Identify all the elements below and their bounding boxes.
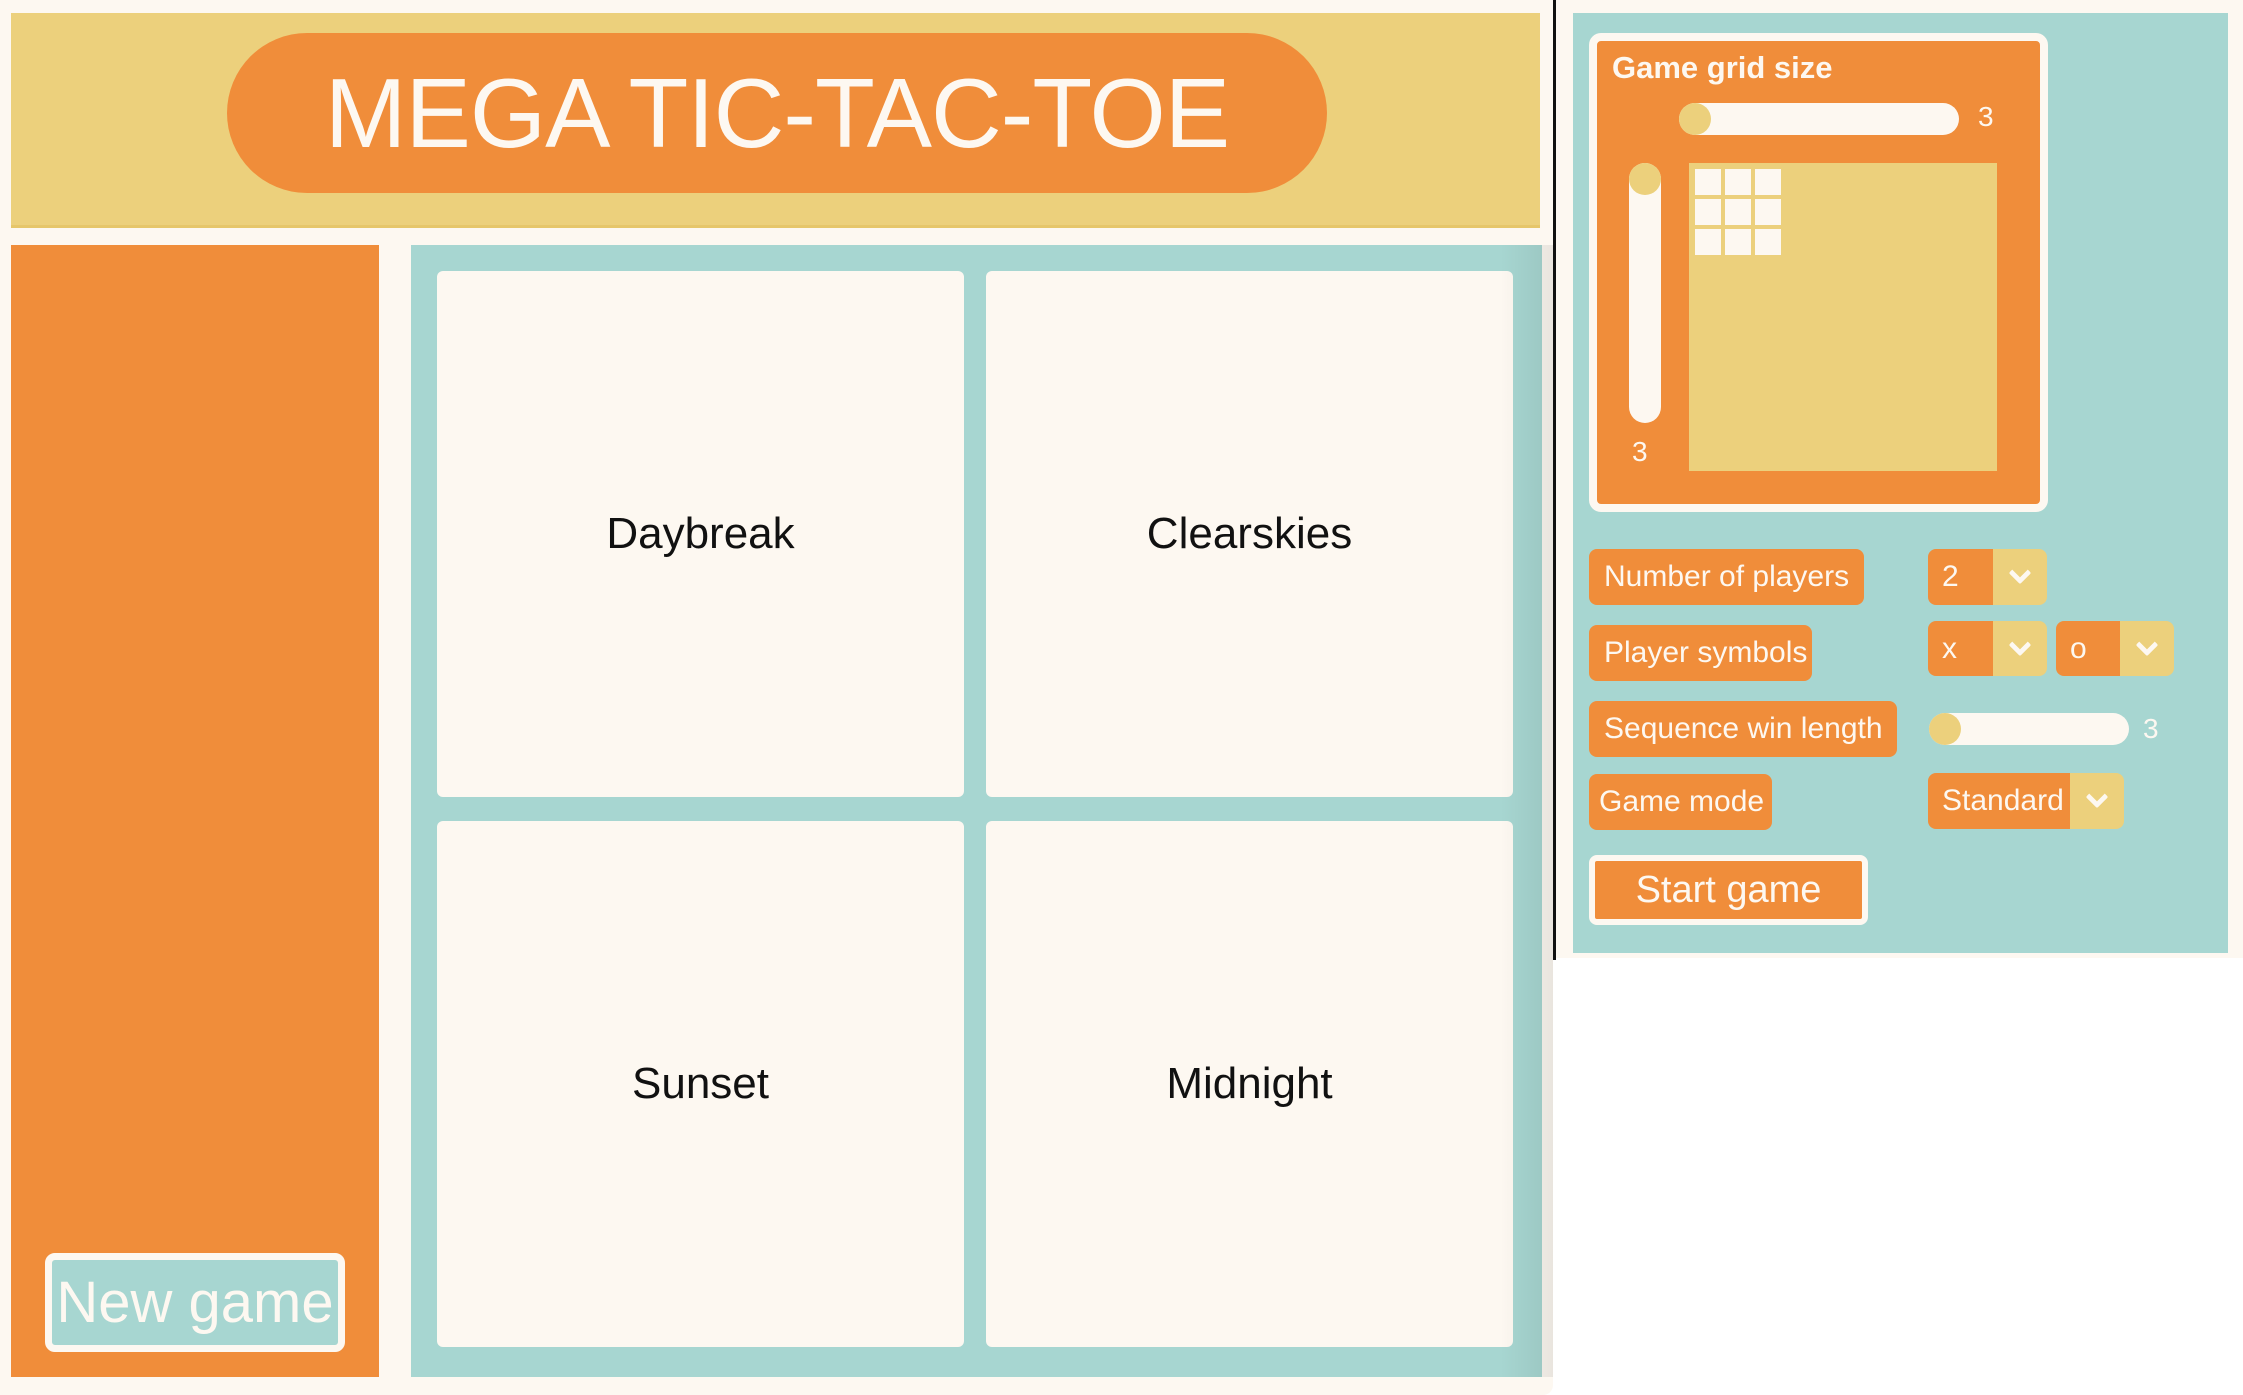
grid-preview-cell [1755, 169, 1781, 195]
grid-preview-cell [1725, 169, 1751, 195]
players-label: Number of players [1589, 549, 1864, 605]
sequence-label: Sequence win length [1589, 701, 1897, 757]
grid-columns-value: 3 [1978, 101, 1994, 132]
player1-symbol-value: x [1928, 621, 1993, 676]
theme-card-label: Clearskies [1146, 509, 1353, 558]
grid-preview-cell [1695, 199, 1721, 225]
start-game-button[interactable]: Start game [1589, 855, 1868, 925]
player2-symbol-toggle[interactable] [2120, 621, 2174, 676]
sidebar [11, 245, 379, 1377]
chevron-down-icon [2085, 785, 2109, 809]
theme-card-label: Daybreak [606, 509, 795, 558]
app-title: MEGA TIC-TAC-TOE [324, 57, 1230, 168]
grid-preview-cell [1725, 199, 1751, 225]
game-mode-toggle[interactable] [2070, 773, 2124, 829]
title-banner: MEGA TIC-TAC-TOE [227, 33, 1327, 193]
player1-symbol-select[interactable]: x [1928, 621, 2047, 676]
grid-size-title: Game grid size [1612, 50, 1833, 85]
symbols-label-text: Player symbols [1604, 636, 1808, 669]
player1-symbol-toggle[interactable] [1993, 621, 2047, 676]
players-select-value: 2 [1928, 549, 1993, 605]
new-game-button[interactable]: New game [45, 1253, 345, 1352]
grid-preview [1689, 163, 1997, 471]
grid-preview-cell [1725, 229, 1751, 255]
theme-card-sunset[interactable]: Sunset [437, 821, 964, 1347]
theme-card-daybreak[interactable]: Daybreak [437, 271, 964, 797]
theme-card-label: Sunset [632, 1059, 769, 1108]
grid-rows-slider-thumb[interactable] [1629, 163, 1661, 195]
grid-preview-cell [1755, 199, 1781, 225]
theme-card-midnight[interactable]: Midnight [986, 821, 1513, 1347]
theme-card-label: Midnight [1166, 1059, 1333, 1108]
game-mode-value: Standard [1928, 773, 2070, 829]
players-label-text: Number of players [1604, 560, 1850, 593]
player2-symbol-value: o [2056, 621, 2120, 676]
chevron-down-icon [2008, 633, 2032, 656]
grid-columns-slider-thumb[interactable] [1679, 103, 1711, 135]
game-mode-label: Game mode [1589, 774, 1772, 830]
theme-card-clearskies[interactable]: Clearskies [986, 271, 1513, 797]
grid-preview-cell [1695, 229, 1721, 255]
chevron-down-icon [2135, 633, 2159, 656]
sequence-length-value: 3 [2143, 713, 2159, 744]
players-select-toggle[interactable] [1993, 549, 2047, 605]
grid-preview-cell [1755, 229, 1781, 255]
symbols-label: Player symbols [1589, 625, 1812, 681]
grid-preview-cell [1695, 169, 1721, 195]
players-select[interactable]: 2 [1928, 549, 2047, 605]
game-mode-label-text: Game mode [1599, 785, 1765, 818]
chevron-down-icon [2008, 561, 2032, 585]
grid-rows-value: 3 [1632, 436, 1648, 467]
player2-symbol-select[interactable]: o [2056, 621, 2174, 676]
grid-columns-slider[interactable] [1679, 103, 1959, 135]
grid-rows-slider[interactable] [1629, 163, 1661, 423]
sequence-label-text: Sequence win length [1604, 712, 1883, 745]
game-mode-select[interactable]: Standard [1928, 773, 2124, 829]
sequence-length-slider-thumb[interactable] [1929, 713, 1961, 745]
